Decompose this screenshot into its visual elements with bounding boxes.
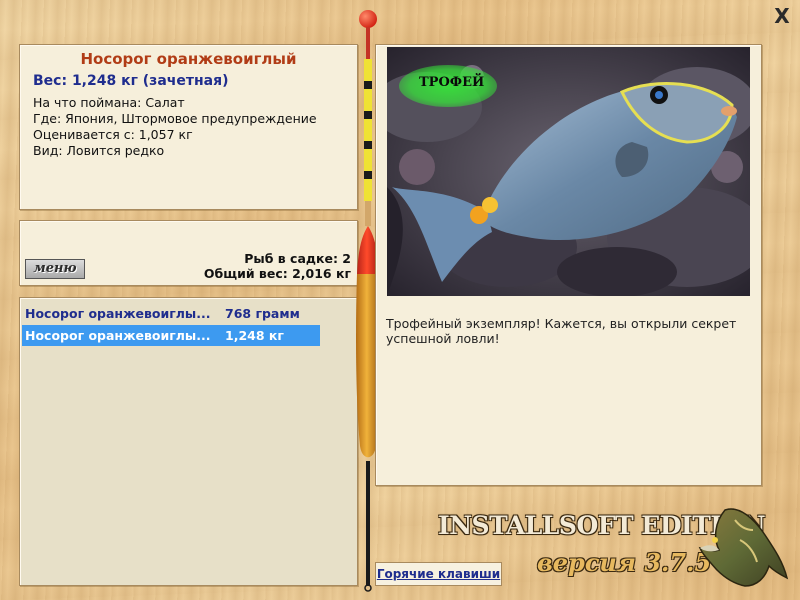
fish-weight: Вес: 1,248 кг (зачетная) xyxy=(33,73,229,89)
bait-line: На что поймана: Салат xyxy=(33,95,185,110)
list-item-name: Носорог оранжевоиглы... xyxy=(25,306,211,321)
rarity-line: Вид: Ловится редко xyxy=(33,143,165,158)
version-label: версия 3.7.5 xyxy=(537,548,712,577)
list-item-selected[interactable]: Носорог оранжевоиглы... 1,248 кг xyxy=(22,325,320,346)
fish-photo-panel: ТРОФЕЙ Трофейный экземпляр! Кажется, вы … xyxy=(375,44,762,486)
list-item[interactable]: Носорог оранжевоиглы... 768 грамм xyxy=(22,303,320,324)
fish-description: Трофейный экземпляр! Кажется, вы открыли… xyxy=(386,316,737,346)
location-line: Где: Япония, Штормовое предупреждение xyxy=(33,111,317,126)
trophy-badge-label: ТРОФЕЙ xyxy=(419,75,485,90)
fish-title: Носорог оранжевоиглый xyxy=(80,50,297,68)
hotkeys-link[interactable]: Горячие клавиши xyxy=(375,562,502,586)
list-item-weight: 768 грамм xyxy=(225,306,300,321)
valuation-line: Оценивается с: 1,057 кг xyxy=(33,127,193,142)
fish-count: Рыб в садке: 2 xyxy=(244,251,351,266)
list-item-name: Носорог оранжевоиглы... xyxy=(25,328,211,343)
menu-button[interactable]: меню xyxy=(25,259,85,279)
fish-info-panel: Носорог оранжевоиглый Вес: 1,248 кг (зач… xyxy=(19,44,358,210)
total-weight: Общий вес: 2,016 кг xyxy=(203,266,351,281)
catch-summary-panel: меню Рыб в садке: 2 Общий вес: 2,016 кг xyxy=(19,220,358,286)
pike-logo-icon xyxy=(698,508,789,587)
close-button[interactable]: X xyxy=(772,6,792,26)
list-item-weight: 1,248 кг xyxy=(225,328,284,343)
fish-list-panel: Носорог оранжевоиглы... 768 грамм Носоро… xyxy=(19,297,358,586)
